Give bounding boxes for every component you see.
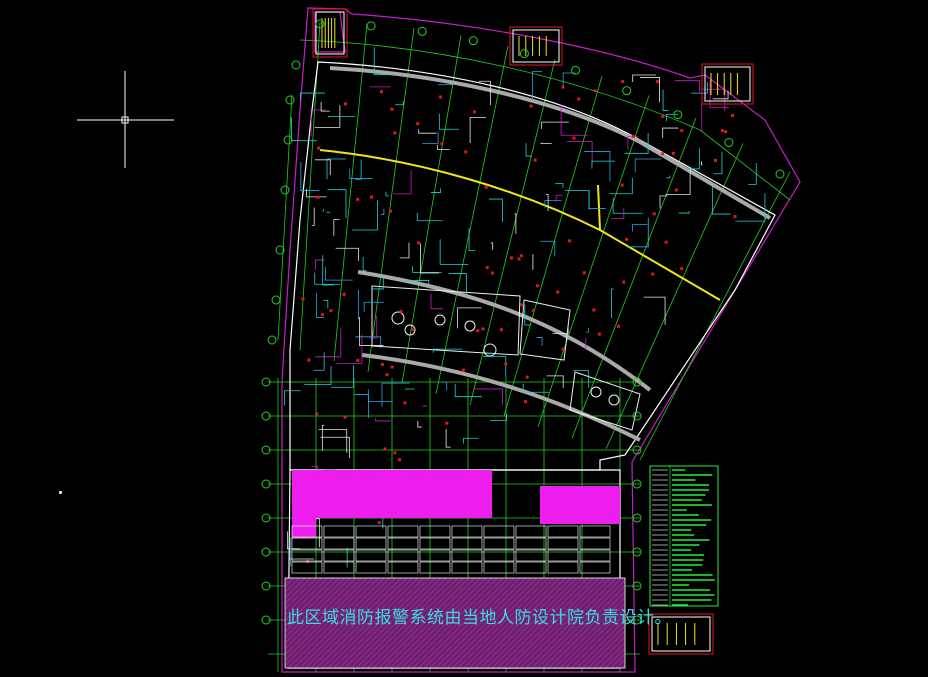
legend-table <box>649 465 719 607</box>
stair-detail-blocks <box>312 8 754 655</box>
cad-model-space[interactable]: 此区域消防报警系统由当地人防设计院负责设计。 <box>0 0 928 677</box>
floor-plan-drawing[interactable] <box>0 0 928 677</box>
ucs-origin-dot-icon <box>59 491 62 494</box>
building-outline <box>287 61 776 669</box>
cad-crosshair-cursor-icon <box>77 71 174 168</box>
axis-bubbles <box>261 19 785 625</box>
curved-corridor-walls <box>329 66 772 442</box>
basement-rooms <box>291 525 611 574</box>
magenta-zone <box>292 470 620 538</box>
drawing-note: 此区域消防报警系统由当地人防设计院负责设计。 <box>287 608 672 628</box>
